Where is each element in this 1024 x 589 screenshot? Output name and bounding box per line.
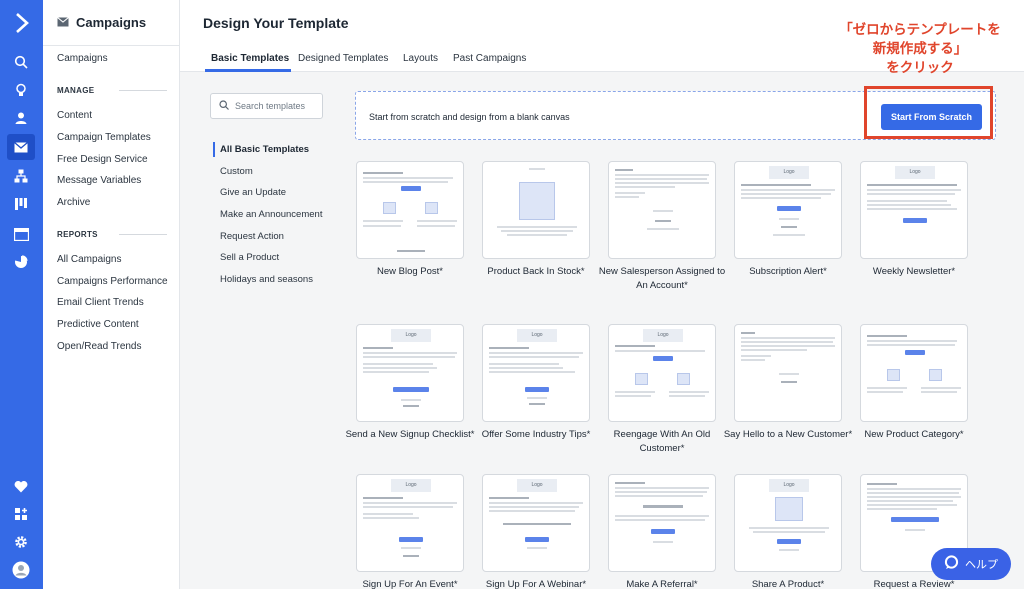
template-name: New Blog Post* [376, 266, 443, 277]
annotation-line: をクリック [886, 60, 954, 75]
website-icon[interactable] [11, 224, 31, 244]
reports-section-label: REPORTS [57, 230, 98, 239]
search-box[interactable] [210, 93, 323, 119]
chat-bubble-icon [944, 555, 959, 573]
envelope-icon [57, 14, 69, 32]
category-holidays-and-seasons[interactable]: Holidays and seasons [220, 274, 313, 285]
annotation-callout: 「ゼロからテンプレートを 新規作成する」 をクリック [820, 20, 1020, 77]
template-thumbnail [608, 161, 716, 259]
sidebar-item-archive[interactable]: Archive [57, 197, 90, 208]
help-label: ヘルプ [965, 559, 998, 571]
manage-section-label: MANAGE [57, 86, 95, 95]
template-name: Share A Product* [751, 579, 825, 589]
page-title: Design Your Template [203, 15, 349, 31]
template-name: Send a New Signup Checklist* [345, 429, 475, 440]
category-all-basic-templates[interactable]: All Basic Templates [220, 144, 309, 155]
sidebar-item-email-client-trends[interactable]: Email Client Trends [57, 297, 144, 308]
user-avatar-icon[interactable] [11, 560, 31, 580]
template-thumbnail: Logo [482, 324, 590, 422]
apps-icon[interactable] [11, 504, 31, 524]
template-name: Say Hello to a New Customer* [723, 429, 853, 440]
sidebar-item-predictive-content[interactable]: Predictive Content [57, 319, 139, 330]
category-make-an-announcement[interactable]: Make an Announcement [220, 209, 322, 220]
template-name: New Product Category* [864, 429, 964, 440]
sidebar-item-message-variables[interactable]: Message Variables [57, 175, 141, 186]
template-thumbnail [860, 324, 968, 422]
template-name: Make A Referral* [626, 579, 698, 589]
contacts-icon[interactable] [11, 108, 31, 128]
active-category-indicator [213, 142, 215, 157]
sidebar-item-free-design-service[interactable]: Free Design Service [57, 154, 148, 165]
annotation-line: 「ゼロからテンプレートを [839, 22, 1001, 37]
tab-past-campaigns[interactable]: Past Campaigns [453, 53, 526, 64]
template-thumbnail: Logo [356, 474, 464, 572]
template-thumbnail [734, 324, 842, 422]
template-thumbnail: Logo [734, 161, 842, 259]
template-name: New Salesperson Assigned to An Account* [598, 266, 726, 291]
sidebar-item-all-campaigns[interactable]: All Campaigns [57, 254, 121, 265]
section-divider [119, 234, 167, 235]
category-custom[interactable]: Custom [220, 166, 253, 177]
sidebar-header: Campaigns [43, 0, 179, 46]
template-name: Offer Some Industry Tips* [481, 429, 591, 440]
template-thumbnail [482, 161, 590, 259]
template-thumbnail: Logo [734, 474, 842, 572]
template-name: Product Back In Stock* [487, 266, 585, 277]
template-thumbnail [608, 474, 716, 572]
sidebar-item-open-read-trends[interactable]: Open/Read Trends [57, 341, 142, 352]
template-name: Sign Up For A Webinar* [485, 579, 587, 589]
app-logo-icon[interactable] [12, 12, 32, 34]
search-icon[interactable] [11, 52, 31, 72]
sidebar-item-campaigns-performance[interactable]: Campaigns Performance [57, 276, 168, 287]
template-thumbnail: Logo [860, 161, 968, 259]
help-button[interactable]: ヘルプ [931, 548, 1011, 580]
category-request-action[interactable]: Request Action [220, 231, 284, 242]
sidebar-item-campaign-templates[interactable]: Campaign Templates [57, 132, 151, 143]
search-icon [219, 97, 229, 115]
sidebar-item-content[interactable]: Content [57, 110, 92, 121]
template-thumbnail [356, 161, 464, 259]
tab-designed-templates[interactable]: Designed Templates [298, 53, 388, 64]
icon-rail [0, 0, 43, 589]
campaigns-sidebar: Campaigns Campaigns MANAGE Content Campa… [43, 0, 180, 589]
template-name: Subscription Alert* [749, 266, 827, 277]
tab-basic-templates[interactable]: Basic Templates [211, 53, 289, 64]
annotation-highlight-box [864, 86, 993, 139]
campaigns-icon[interactable] [7, 134, 35, 160]
template-name: Sign Up For An Event* [362, 579, 458, 589]
category-give-an-update[interactable]: Give an Update [220, 187, 286, 198]
gear-icon[interactable] [11, 532, 31, 552]
reports-icon[interactable] [11, 252, 31, 272]
sidebar-item-campaigns[interactable]: Campaigns [57, 53, 108, 64]
automations-icon[interactable] [11, 166, 31, 186]
template-name: Reengage With An Old Customer* [613, 429, 711, 454]
annotation-line: 新規作成する」 [872, 41, 968, 56]
section-divider [119, 90, 167, 91]
template-name: Weekly Newsletter* [872, 266, 956, 277]
search-input[interactable] [235, 101, 319, 111]
template-thumbnail: Logo [482, 474, 590, 572]
sidebar-title: Campaigns [76, 15, 147, 30]
category-sell-a-product[interactable]: Sell a Product [220, 252, 279, 263]
main-content: Design Your Template Basic Templates Des… [180, 0, 1024, 589]
lightbulb-icon[interactable] [11, 80, 31, 100]
heart-icon[interactable] [11, 476, 31, 496]
scratch-description: Start from scratch and design from a bla… [369, 112, 570, 122]
template-thumbnail: Logo [356, 324, 464, 422]
template-thumbnail: Logo [608, 324, 716, 422]
pipelines-icon[interactable] [11, 194, 31, 214]
active-tab-indicator [205, 69, 291, 72]
tab-layouts[interactable]: Layouts [403, 53, 438, 64]
